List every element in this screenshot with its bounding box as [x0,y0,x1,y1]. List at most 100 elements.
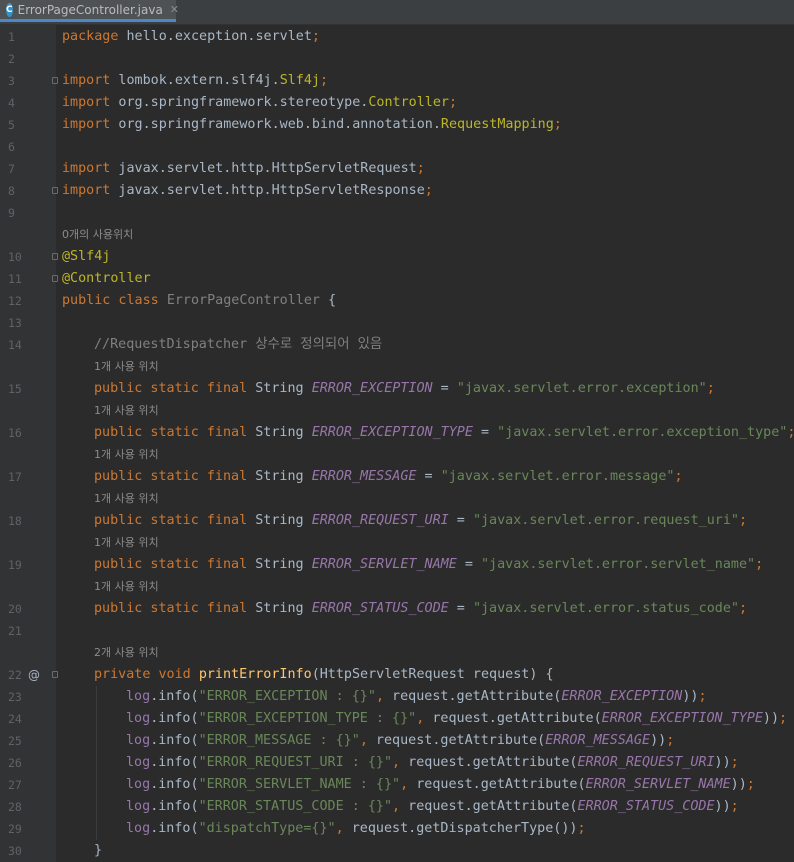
code-text: String [247,469,312,484]
code-text: = [416,469,441,484]
code-line: 28 log.info("ERROR_STATUS_CODE : {}", req… [0,796,794,818]
string-literal: "ERROR_SERVLET_NAME : {}" [198,777,401,792]
keyword: import [62,117,111,132]
code-content[interactable]: log.info("ERROR_EXCEPTION : {}", request… [126,686,707,708]
code-content[interactable]: import org.springframework.stereotype.Co… [62,92,457,114]
keyword: private void [94,667,191,682]
usage-hint-text[interactable]: 1개 사용 위치 [94,534,159,552]
line-number: 23 [8,690,22,704]
code-content[interactable]: log.info("ERROR_MESSAGE : {}", request.g… [126,730,674,752]
tab-error-page-controller[interactable]: C ErrorPageController.java ✕ [0,0,179,22]
usage-hint-text[interactable]: 1개 사용 위치 [94,402,159,420]
usage-hint-text[interactable]: 0개의 사용위치 [62,226,133,244]
code-content[interactable]: package hello.exception.servlet; [62,26,320,48]
code-content[interactable]: } [94,840,102,862]
keyword: ; [779,711,788,726]
code-text: .info( [150,689,199,704]
fold-toggle-icon[interactable] [52,77,58,84]
constant-ref: ERROR_REQUEST_URI [577,755,715,770]
code-line: 23 log.info("ERROR_EXCEPTION : {}", reque… [0,686,794,708]
string-literal: "javax.servlet.error.servlet_name" [481,557,756,572]
keyword: ; [738,513,748,528]
java-class-icon: C [6,2,13,17]
close-icon[interactable]: ✕ [170,3,179,16]
editor-tab-bar: C ErrorPageController.java ✕ [0,0,794,25]
annotation: @Slf4j [62,249,111,264]
code-line: 30} [0,840,794,862]
fold-toggle-icon[interactable] [52,671,58,678]
code-content[interactable]: public static final String ERROR_REQUEST… [94,510,747,532]
line-number: 7 [8,162,15,176]
code-line: 27 log.info("ERROR_SERVLET_NAME : {}", re… [0,774,794,796]
code-line: 1 package hello.exception.servlet; [0,26,794,48]
line-number: 1 [8,30,15,44]
code-content[interactable]: @Slf4j [62,246,110,268]
code-text: .info( [150,755,199,770]
code-editor[interactable]: 1 package hello.exception.servlet; 2 3 impor… [0,24,794,862]
code-content[interactable]: log.info("dispatchType={}", request.getD… [126,818,586,840]
code-content[interactable]: log.info("ERROR_REQUEST_URI : {}", reque… [126,752,739,774]
constant-ref: ERROR_EXCEPTION [311,381,433,396]
code-content[interactable]: public static final String ERROR_EXCEPTI… [94,378,715,400]
line-number: 18 [8,514,22,528]
keyword: ; [666,733,675,748]
code-content[interactable]: import javax.servlet.http.HttpServletRes… [62,180,433,202]
class-name: ErrorPageController [166,293,320,308]
keyword: public static final [94,513,248,528]
code-text: lombok.extern.slf4j. [110,73,280,88]
line-number: 30 [8,844,22,858]
usage-hint-text[interactable]: 1개 사용 위치 [94,358,159,376]
usage-hint-text[interactable]: 1개 사용 위치 [94,490,159,508]
constant-ref: ERROR_MESSAGE [545,733,651,748]
fold-toggle-icon[interactable] [52,187,58,194]
usage-hint: 1개 사용 위치 [0,444,794,466]
code-content[interactable]: private void printErrorInfo(HttpServletR… [94,664,554,686]
code-content[interactable]: public static final String ERROR_MESSAGE… [94,466,683,488]
constant-ref: ERROR_MESSAGE [311,469,417,484]
code-content[interactable]: //RequestDispatcher 상수로 정의되어 있음 [94,334,382,356]
keyword: , [335,821,344,836]
string-literal: "ERROR_REQUEST_URI : {}" [198,755,393,770]
line-number: 17 [8,470,22,484]
string-literal: "javax.servlet.error.exception" [456,381,707,396]
code-text: .info( [150,711,199,726]
code-content[interactable]: public static final String ERROR_STATUS_… [94,598,747,620]
code-content[interactable]: public static final String ERROR_EXCEPTI… [94,422,794,444]
code-text: javax.servlet.http.HttpServletResponse [110,183,425,198]
code-line: 7 import javax.servlet.http.HttpServletRe… [0,158,794,180]
code-content[interactable]: log.info("ERROR_STATUS_CODE : {}", reque… [126,796,739,818]
code-line: 12 public class ErrorPageController { [0,290,794,312]
code-line: 20 public static final String ERROR_STATU… [0,598,794,620]
string-literal: "dispatchType={}" [198,821,336,836]
code-content[interactable]: import lombok.extern.slf4j.Slf4j; [62,70,328,92]
usage-hint: 1개 사용 위치 [0,532,794,554]
code-line: 16 public static final String ERROR_EXCEP… [0,422,794,444]
constant-ref: ERROR_EXCEPTION_TYPE [601,711,763,726]
code-content[interactable]: log.info("ERROR_SERVLET_NAME : {}", requ… [126,774,755,796]
line-number: 2 [8,52,15,66]
fold-toggle-icon[interactable] [52,275,58,282]
usage-hint-text[interactable]: 1개 사용 위치 [94,446,159,464]
code-content[interactable]: public class ErrorPageController { [62,290,336,312]
code-text: .info( [150,799,199,814]
code-line: 24 log.info("ERROR_EXCEPTION_TYPE : {}", … [0,708,794,730]
code-line: 29 log.info("dispatchType={}", request.ge… [0,818,794,840]
constant-ref: ERROR_SERVLET_NAME [311,557,457,572]
code-content[interactable]: @Controller [62,268,151,290]
fold-toggle-icon[interactable] [52,253,58,260]
code-content[interactable]: import org.springframework.web.bind.anno… [62,114,562,136]
keyword: ; [706,381,715,396]
override-marker-icon[interactable]: @ [28,664,40,686]
code-text: .info( [150,777,199,792]
usage-hint-text[interactable]: 2개 사용 위치 [94,644,159,662]
annotation: RequestMapping [440,117,554,132]
keyword: ; [787,425,794,440]
line-number: 27 [8,778,22,792]
line-number: 6 [8,140,15,154]
constant-ref: ERROR_EXCEPTION [561,689,683,704]
usage-hint-text[interactable]: 1개 사용 위치 [94,578,159,596]
code-content[interactable]: import javax.servlet.http.HttpServletReq… [62,158,425,180]
code-text: = [448,601,473,616]
code-content[interactable]: public static final String ERROR_SERVLET… [94,554,763,576]
code-content[interactable]: log.info("ERROR_EXCEPTION_TYPE : {}", re… [126,708,787,730]
